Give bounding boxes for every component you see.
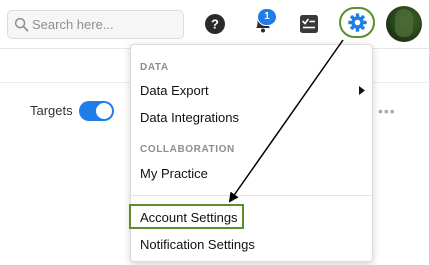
section-heading-collaboration: COLLABORATION [140,144,235,155]
menu-item-account-settings[interactable]: Account Settings [140,210,238,225]
targets-toggle[interactable] [79,101,114,121]
top-bar: ? 1 [0,0,429,49]
gear-icon [348,13,367,32]
more-options-icon[interactable]: ••• [378,103,396,119]
avatar[interactable] [386,6,422,42]
menu-item-my-practice[interactable]: My Practice [140,166,208,181]
svg-text:?: ? [211,17,219,32]
help-icon[interactable]: ? [203,12,227,36]
tasks-icon[interactable] [297,12,321,36]
targets-label: Targets [30,103,73,118]
menu-item-data-integrations[interactable]: Data Integrations [140,110,239,125]
menu-item-notification-settings[interactable]: Notification Settings [140,237,255,252]
search-input[interactable] [32,15,177,34]
menu-item-data-export[interactable]: Data Export [140,83,209,98]
chevron-right-icon [359,86,365,95]
menu-divider [131,195,372,196]
notification-badge: 1 [257,8,277,26]
search-icon [14,17,29,32]
section-heading-data: DATA [140,62,169,73]
search-box[interactable] [7,10,184,39]
settings-dropdown-menu: DATA Data Export Data Integrations COLLA… [129,44,373,262]
settings-button[interactable] [339,7,375,38]
toggle-knob [96,103,112,119]
